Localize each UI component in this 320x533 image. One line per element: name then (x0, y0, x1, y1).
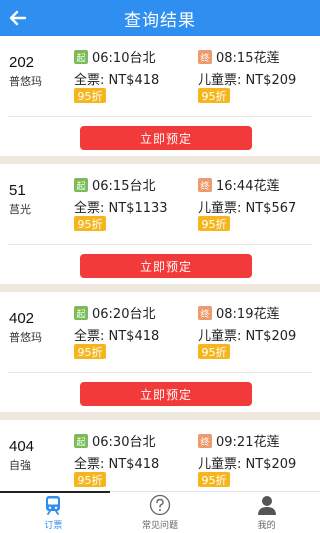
trip-card: 202 普悠玛 起 06:10台北 终 08:15花莲 全票: NT$418 儿… (0, 36, 320, 156)
discount-badge: 95折 (74, 88, 106, 103)
tab-booking[interactable]: 订票 (0, 491, 110, 533)
discount-badge: 95折 (198, 344, 230, 359)
train-number: 404 (9, 438, 35, 455)
card-separator (0, 284, 320, 292)
discount-badge: 95折 (198, 88, 230, 103)
start-tag: 起 (74, 434, 88, 448)
arrival: 08:19花莲 (216, 307, 280, 322)
back-button[interactable] (6, 6, 30, 30)
arrival: 16:44花莲 (216, 179, 280, 194)
user-icon (256, 494, 278, 516)
page-title: 查询结果 (124, 10, 196, 31)
child-fare: 儿童票: NT$567 (198, 201, 297, 216)
tab-profile[interactable]: 我的 (213, 492, 320, 533)
train-type: 自強 (9, 459, 31, 472)
end-tag: 终 (198, 178, 212, 192)
app-header: 查询结果 (0, 0, 320, 36)
train-number: 202 (9, 54, 35, 71)
discount-badge: 95折 (74, 472, 106, 487)
tab-label: 常见问题 (142, 521, 179, 531)
departure: 06:10台北 (92, 51, 156, 66)
card-separator (0, 412, 320, 420)
start-tag: 起 (74, 178, 88, 192)
departure: 06:20台北 (92, 307, 156, 322)
end-tag: 终 (198, 50, 212, 64)
end-tag: 终 (198, 306, 212, 320)
divider (8, 244, 312, 245)
train-type: 普悠玛 (9, 75, 42, 88)
trip-card: 402 普悠玛 起 06:20台北 终 08:19花莲 全票: NT$418 儿… (0, 292, 320, 412)
book-now-button[interactable]: 立即预定 (80, 254, 252, 278)
trip-list: 202 普悠玛 起 06:10台北 终 08:15花莲 全票: NT$418 儿… (0, 36, 320, 491)
trip-card: 404 自強 起 06:30台北 终 09:21花莲 全票: NT$418 儿童… (0, 420, 320, 491)
train-type: 普悠玛 (9, 331, 42, 344)
train-type: 莒光 (9, 203, 31, 216)
departure: 06:15台北 (92, 179, 156, 194)
train-number: 402 (9, 310, 35, 327)
discount-badge: 95折 (198, 216, 230, 231)
discount-badge: 95折 (198, 472, 230, 487)
book-now-button[interactable]: 立即预定 (80, 126, 252, 150)
divider (8, 116, 312, 117)
child-fare: 儿童票: NT$209 (198, 73, 297, 88)
discount-badge: 95折 (74, 344, 106, 359)
start-tag: 起 (74, 306, 88, 320)
bottom-tab-bar: 订票 常见问题 我的 (0, 491, 320, 533)
card-separator (0, 156, 320, 164)
tab-label: 我的 (257, 521, 276, 531)
full-fare: 全票: NT$418 (74, 329, 160, 344)
question-icon (149, 494, 171, 516)
tab-faq[interactable]: 常见问题 (107, 492, 214, 533)
train-icon (42, 494, 64, 516)
discount-badge: 95折 (74, 216, 106, 231)
train-number: 51 (9, 182, 26, 199)
end-tag: 终 (198, 434, 212, 448)
tab-label: 订票 (44, 521, 63, 531)
trip-card: 51 莒光 起 06:15台北 终 16:44花莲 全票: NT$1133 儿童… (0, 164, 320, 284)
full-fare: 全票: NT$418 (74, 457, 160, 472)
child-fare: 儿童票: NT$209 (198, 329, 297, 344)
departure: 06:30台北 (92, 435, 156, 450)
book-now-button[interactable]: 立即预定 (80, 382, 252, 406)
back-arrow-icon (9, 10, 27, 26)
child-fare: 儿童票: NT$209 (198, 457, 297, 472)
divider (8, 372, 312, 373)
start-tag: 起 (74, 50, 88, 64)
full-fare: 全票: NT$1133 (74, 201, 168, 216)
arrival: 09:21花莲 (216, 435, 280, 450)
full-fare: 全票: NT$418 (74, 73, 160, 88)
arrival: 08:15花莲 (216, 51, 280, 66)
